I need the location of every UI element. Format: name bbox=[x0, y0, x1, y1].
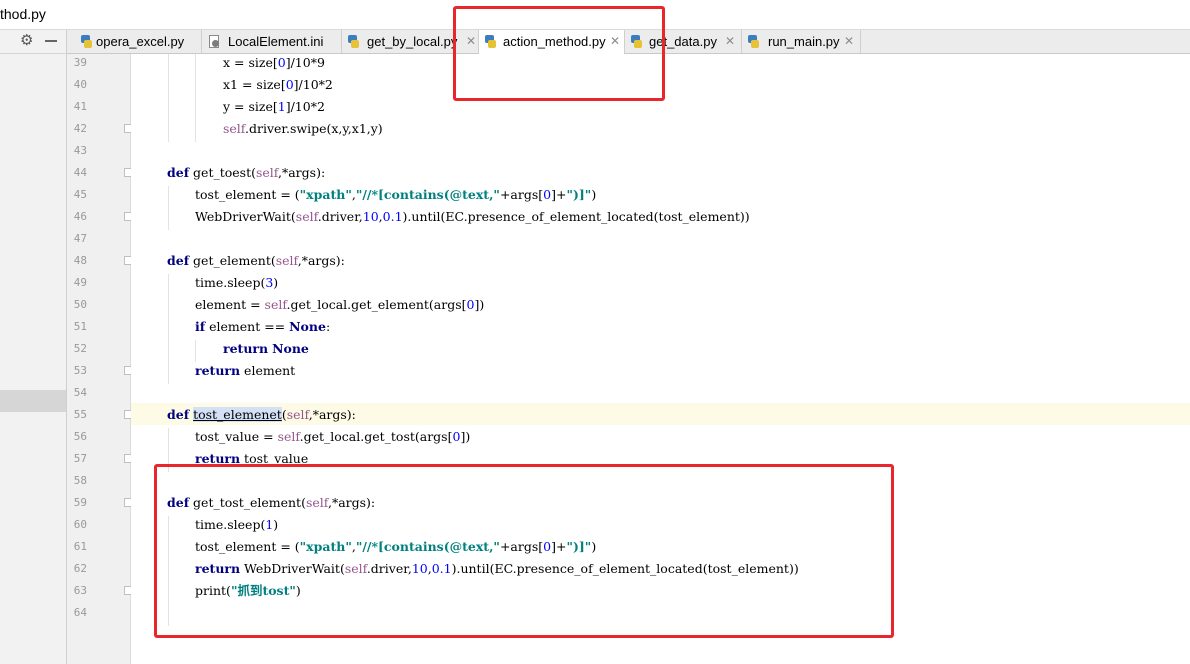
python-file-icon bbox=[748, 35, 759, 48]
line-number: 63 bbox=[73, 584, 87, 597]
project-tree-selected-row[interactable] bbox=[0, 390, 66, 412]
hide-panel-icon[interactable] bbox=[45, 40, 57, 42]
annotation-box-tab bbox=[453, 6, 665, 101]
tab-label: opera_excel.py bbox=[96, 34, 185, 49]
code-line: def get_element(self,*args): bbox=[167, 253, 345, 268]
gear-icon[interactable]: ⚙ bbox=[20, 31, 33, 51]
line-number: 45 bbox=[73, 188, 87, 201]
tab-label: get_by_local.py bbox=[367, 34, 458, 49]
line-number: 52 bbox=[73, 342, 87, 355]
code-line: element = self.get_local.get_element(arg… bbox=[195, 297, 485, 312]
line-number: 43 bbox=[73, 144, 87, 157]
line-number: 55 bbox=[73, 408, 87, 421]
line-number: 47 bbox=[73, 232, 87, 245]
line-number: 61 bbox=[73, 540, 87, 553]
line-number: 46 bbox=[73, 210, 87, 223]
line-number: 44 bbox=[73, 166, 87, 179]
line-number: 60 bbox=[73, 518, 87, 531]
python-file-icon bbox=[348, 35, 359, 48]
line-number: 49 bbox=[73, 276, 87, 289]
close-tab-icon[interactable]: ✕ bbox=[725, 30, 735, 53]
code-line: def get_toest(self,*args): bbox=[167, 165, 326, 180]
indent-guide bbox=[195, 340, 196, 362]
code-line: tost_value = self.get_local.get_tost(arg… bbox=[195, 429, 471, 444]
code-line: WebDriverWait(self.driver,10,0.1).until(… bbox=[195, 209, 750, 224]
indent-guide bbox=[168, 274, 169, 384]
line-number: 56 bbox=[73, 430, 87, 443]
line-number: 58 bbox=[73, 474, 87, 487]
code-line: x1 = size[0]/10*2 bbox=[223, 77, 333, 92]
line-number: 53 bbox=[73, 364, 87, 377]
line-number: 40 bbox=[73, 78, 87, 91]
code-line: def tost_elemenet(self,*args): bbox=[167, 407, 356, 422]
line-number: 59 bbox=[73, 496, 87, 509]
line-number: 39 bbox=[73, 56, 87, 69]
ini-file-icon bbox=[208, 35, 219, 48]
code-line: self.driver.swipe(x,y,x1,y) bbox=[223, 121, 383, 136]
project-panel-toolbar: ⚙ bbox=[0, 30, 66, 54]
line-number: 50 bbox=[73, 298, 87, 311]
project-panel: ⚙ bbox=[0, 30, 67, 664]
code-line: tost_element = ("xpath","//*[contains(@t… bbox=[195, 187, 597, 202]
code-line: time.sleep(3) bbox=[195, 275, 279, 290]
tab-localelement-ini[interactable]: LocalElement.ini bbox=[202, 30, 342, 53]
indent-guide bbox=[168, 54, 169, 142]
selected-identifier: tost_elemenet bbox=[193, 407, 282, 422]
line-number: 57 bbox=[73, 452, 87, 465]
python-file-icon bbox=[81, 35, 92, 48]
tab-run-main[interactable]: run_main.py ✕ bbox=[742, 30, 861, 53]
window-title: thod.py bbox=[0, 6, 46, 22]
indent-guide bbox=[168, 186, 169, 230]
tab-label: LocalElement.ini bbox=[228, 34, 324, 49]
code-line: return None bbox=[223, 341, 309, 356]
annotation-box-code bbox=[154, 464, 894, 638]
line-number: 54 bbox=[73, 386, 87, 399]
line-number: 41 bbox=[73, 100, 87, 113]
tab-opera-excel[interactable]: opera_excel.py bbox=[75, 30, 202, 53]
tab-label: run_main.py bbox=[768, 34, 840, 49]
line-number: 42 bbox=[73, 122, 87, 135]
editor-gutter: 39 40 41 42 43 44 45 46 47 48 49 50 51 5… bbox=[67, 54, 133, 664]
code-line: return element bbox=[195, 363, 296, 378]
close-tab-icon[interactable]: ✕ bbox=[844, 30, 854, 53]
indent-guide bbox=[195, 54, 196, 142]
code-line: y = size[1]/10*2 bbox=[223, 99, 325, 114]
line-number: 51 bbox=[73, 320, 87, 333]
line-number: 48 bbox=[73, 254, 87, 267]
line-number: 64 bbox=[73, 606, 87, 619]
line-number: 62 bbox=[73, 562, 87, 575]
code-line: if element == None: bbox=[195, 319, 331, 334]
code-line: x = size[0]/10*9 bbox=[223, 55, 325, 70]
